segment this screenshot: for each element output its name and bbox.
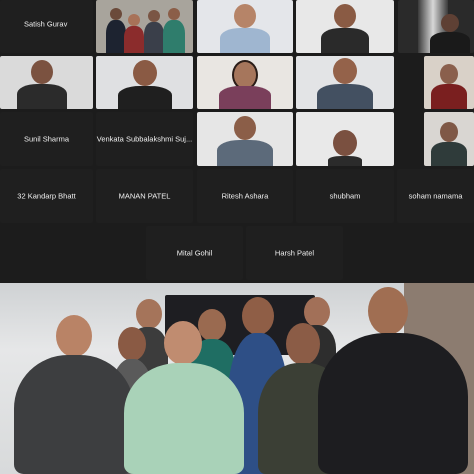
participant-tile-ritesh[interactable]: Ritesh Ashara (197, 169, 293, 223)
participant-video[interactable] (296, 0, 394, 53)
participant-tile-mital[interactable]: Mital Gohil (146, 226, 243, 280)
participant-tile-venkata[interactable]: Venkata Subbalakshmi Suj... (96, 112, 193, 166)
participant-tile-manan[interactable]: MANAN PATEL (96, 169, 193, 223)
participant-video[interactable] (398, 0, 474, 53)
video-person (328, 130, 362, 166)
participant-tile-satish[interactable]: Satish Gurav (0, 0, 93, 53)
participant-video[interactable] (296, 112, 394, 166)
participant-video[interactable] (96, 56, 193, 109)
participant-name: Satish Gurav (24, 19, 68, 29)
video-person (124, 14, 144, 53)
participant-tile-soham[interactable]: soham namama (397, 169, 474, 223)
participant-tile-kandarp[interactable]: 32 Kandarp Bhatt (0, 169, 93, 223)
video-person (431, 64, 467, 109)
participant-video-group[interactable] (96, 0, 193, 53)
participant-tile-harsh[interactable]: Harsh Patel (246, 226, 343, 280)
photo-person (14, 315, 134, 474)
participant-name: MANAN PATEL (118, 191, 171, 201)
group-photo (0, 283, 474, 474)
participant-video[interactable] (197, 56, 293, 109)
participant-video[interactable] (197, 112, 293, 166)
video-person (163, 8, 185, 53)
participant-name: shubham (329, 191, 361, 201)
photo-person (318, 287, 468, 474)
participant-name: Harsh Patel (274, 248, 315, 258)
video-person (321, 4, 369, 53)
video-person (217, 116, 273, 166)
video-person (220, 4, 270, 53)
video-person (317, 58, 373, 109)
participant-name: Mital Gohil (176, 248, 213, 258)
video-person (431, 122, 467, 166)
participant-video[interactable] (296, 56, 394, 109)
video-person (219, 60, 271, 109)
video-person (144, 10, 164, 53)
photo-person (124, 321, 244, 474)
video-person (117, 60, 172, 109)
participant-name: Ritesh Ashara (221, 191, 269, 201)
participant-tile-sunil[interactable]: Sunil Sharma (0, 112, 93, 166)
participant-tile-shubham[interactable]: shubham (296, 169, 394, 223)
participant-name: 32 Kandarp Bhatt (17, 191, 76, 201)
participant-video[interactable] (0, 56, 93, 109)
participant-name: Sunil Sharma (23, 134, 70, 144)
video-person (17, 60, 67, 109)
video-grid: Satish Gurav Sunil Sharma Venkata Subbal… (0, 0, 474, 283)
video-person (430, 14, 470, 53)
participant-video[interactable] (197, 0, 293, 53)
participant-name: Venkata Subbalakshmi Suj... (96, 134, 193, 144)
participant-video[interactable] (424, 56, 474, 109)
participant-video[interactable] (424, 112, 474, 166)
video-person (106, 8, 126, 53)
participant-name: soham namama (408, 191, 463, 201)
